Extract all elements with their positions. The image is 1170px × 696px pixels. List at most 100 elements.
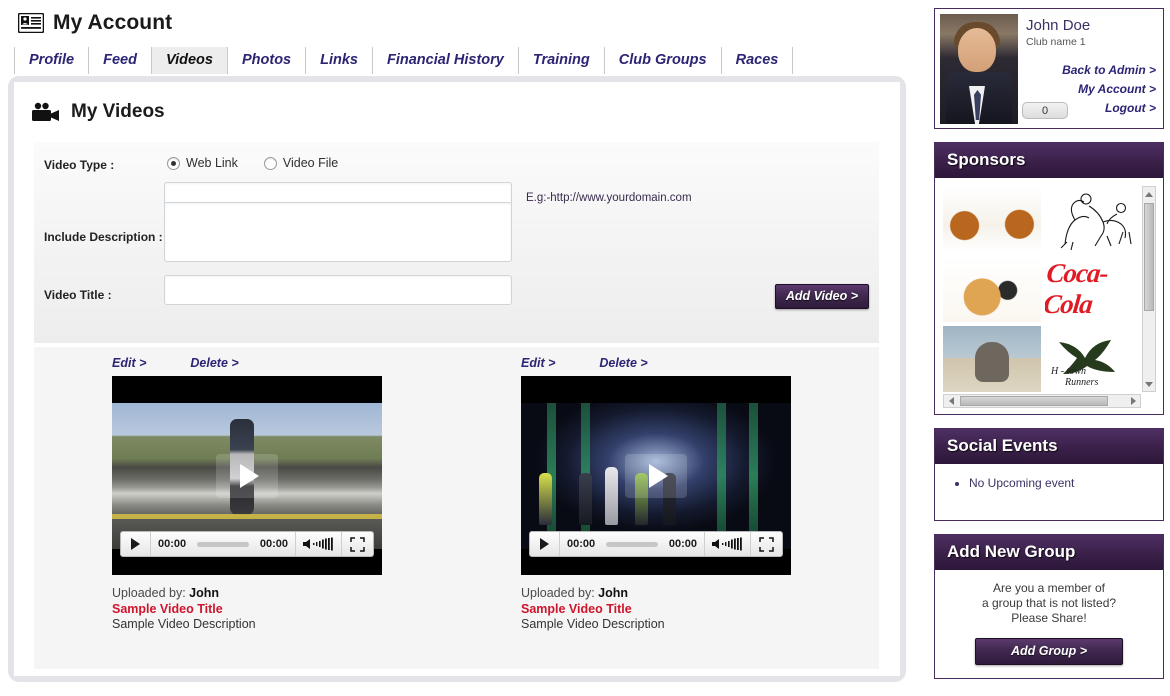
horizontal-scroll-thumb[interactable] — [960, 396, 1108, 406]
notification-count-badge[interactable]: 0 — [1022, 102, 1068, 119]
my-videos-title: My Videos — [71, 101, 165, 123]
include-description-label: Include Description : — [44, 230, 163, 244]
vcard-icon — [18, 13, 44, 33]
video-delete-link[interactable]: Delete > — [190, 356, 238, 370]
profile-box: John Doe Club name 1 Back to Admin > My … — [934, 8, 1164, 129]
tab-club-groups[interactable]: Club Groups — [605, 47, 722, 74]
add-group-text-line3: Please Share! — [943, 611, 1155, 626]
radio-video-file-label: Video File — [283, 156, 338, 170]
radio-web-link-label: Web Link — [186, 156, 238, 170]
video-type-label: Video Type : — [44, 158, 114, 172]
video-player[interactable]: 00:00 00:00 — [521, 376, 791, 575]
tab-financial-history[interactable]: Financial History — [373, 47, 519, 74]
profile-club: Club name 1 — [1026, 36, 1158, 48]
sponsor-coca-cola-logo[interactable]: Coca-Cola — [1045, 256, 1141, 322]
my-account-link[interactable]: My Account > — [1026, 82, 1156, 96]
tab-links[interactable]: Links — [306, 47, 373, 74]
radio-video-file-dot[interactable] — [264, 157, 277, 170]
control-play-button[interactable] — [530, 532, 560, 556]
tab-training[interactable]: Training — [519, 47, 605, 74]
tab-videos[interactable]: Videos — [152, 47, 228, 74]
sponsors-title: Sponsors — [935, 143, 1163, 178]
seek-bar[interactable] — [197, 542, 249, 547]
video-title-text: Sample Video Title — [521, 602, 864, 617]
tab-races[interactable]: Races — [722, 47, 794, 74]
video-title-input[interactable] — [164, 275, 512, 305]
video-control-bar[interactable]: 00:00 00:00 — [529, 531, 783, 557]
uploaded-by-line: Uploaded by: John — [521, 586, 864, 601]
radio-web-link-dot[interactable] — [167, 157, 180, 170]
play-button[interactable] — [216, 454, 278, 498]
tab-feed[interactable]: Feed — [89, 47, 152, 74]
h-town-text-line1: H - town — [1051, 366, 1098, 377]
my-videos-header: My Videos — [14, 82, 900, 128]
time-total: 00:00 — [662, 538, 704, 550]
video-card: Edit > Delete > 00 — [34, 347, 449, 669]
page-root: My Account Profile Feed Videos Photos Li… — [0, 0, 1170, 696]
list-item: No Upcoming event — [969, 476, 1155, 490]
add-group-text-line1: Are you a member of — [943, 581, 1155, 596]
scroll-down-arrow-icon[interactable] — [1143, 377, 1155, 391]
include-description-textarea[interactable] — [164, 202, 512, 262]
tab-bar: Profile Feed Videos Photos Links Financi… — [14, 46, 920, 74]
uploaded-by-name: John — [189, 586, 219, 600]
uploaded-by-line: Uploaded by: John — [112, 586, 449, 601]
tab-photos[interactable]: Photos — [228, 47, 306, 74]
sponsor-kfc-chickens-logo[interactable] — [943, 186, 1041, 252]
video-camera-icon — [30, 102, 60, 123]
add-new-group-box: Add New Group Are you a member of a grou… — [934, 534, 1164, 679]
video-control-bar[interactable]: 00:00 00:00 — [120, 531, 374, 557]
sponsor-cat-photo[interactable] — [943, 326, 1041, 392]
add-new-group-title: Add New Group — [935, 535, 1163, 570]
uploaded-by-label: Uploaded by: — [112, 586, 186, 600]
time-current: 00:00 — [151, 538, 193, 550]
video-player[interactable]: 00:00 00:00 — [112, 376, 382, 575]
add-video-button[interactable]: Add Video > — [775, 284, 869, 309]
video-delete-link[interactable]: Delete > — [599, 356, 647, 370]
play-icon — [240, 464, 259, 488]
sponsor-h-town-runners-logo[interactable]: H - town Runners — [1045, 326, 1141, 392]
sponsors-body: Coca-Cola H - town Runners — [935, 178, 1163, 414]
control-play-button[interactable] — [121, 532, 151, 556]
content-panel: My Videos Video Type : Web Link — [8, 76, 906, 682]
description-label-wrap: Include Description : — [44, 230, 163, 244]
sponsors-viewport: Coca-Cola H - town Runners — [943, 186, 1141, 392]
video-actions: Edit > Delete > — [112, 356, 449, 370]
fullscreen-icon[interactable] — [341, 532, 373, 556]
add-group-button[interactable]: Add Group > — [975, 638, 1123, 665]
sponsors-vertical-scrollbar[interactable] — [1142, 186, 1156, 392]
sponsors-box: Sponsors — [934, 142, 1164, 415]
time-total: 00:00 — [253, 538, 295, 550]
sponsors-horizontal-scrollbar[interactable] — [943, 394, 1141, 408]
social-events-body: No Upcoming event — [935, 464, 1163, 520]
page-title: My Account — [53, 11, 172, 35]
add-new-group-body: Are you a member of a group that is not … — [935, 570, 1163, 678]
fullscreen-icon[interactable] — [750, 532, 782, 556]
video-description-text: Sample Video Description — [521, 617, 864, 632]
sponsor-sketch-runners-logo[interactable] — [1045, 186, 1141, 252]
sponsor-fried-chicken-meal-logo[interactable] — [943, 256, 1041, 322]
vertical-scroll-thumb[interactable] — [1144, 203, 1154, 311]
coca-cola-wordmark: Coca-Cola — [1045, 258, 1141, 320]
volume-icon[interactable] — [704, 532, 750, 556]
scroll-up-arrow-icon[interactable] — [1143, 187, 1155, 201]
volume-icon[interactable] — [295, 532, 341, 556]
account-header: My Account — [0, 0, 920, 38]
video-edit-link[interactable]: Edit > — [112, 356, 146, 370]
back-to-admin-link[interactable]: Back to Admin > — [1026, 63, 1156, 77]
play-button[interactable] — [625, 454, 687, 498]
radio-video-file[interactable]: Video File — [264, 156, 364, 170]
video-edit-link[interactable]: Edit > — [521, 356, 555, 370]
h-town-text-line2: Runners — [1065, 377, 1098, 388]
tab-profile[interactable]: Profile — [14, 47, 89, 74]
seek-bar[interactable] — [606, 542, 658, 547]
video-title-label-wrap: Video Title : — [44, 288, 112, 302]
social-events-list: No Upcoming event — [943, 472, 1155, 490]
scroll-right-arrow-icon[interactable] — [1126, 395, 1140, 407]
main-column: My Account Profile Feed Videos Photos Li… — [0, 0, 920, 696]
video-card: Edit > Delete > — [449, 347, 864, 669]
social-events-title: Social Events — [935, 429, 1163, 464]
radio-web-link[interactable]: Web Link — [167, 156, 264, 170]
scroll-left-arrow-icon[interactable] — [944, 395, 958, 407]
video-url-hint: E.g:-http://www.yourdomain.com — [526, 192, 692, 204]
